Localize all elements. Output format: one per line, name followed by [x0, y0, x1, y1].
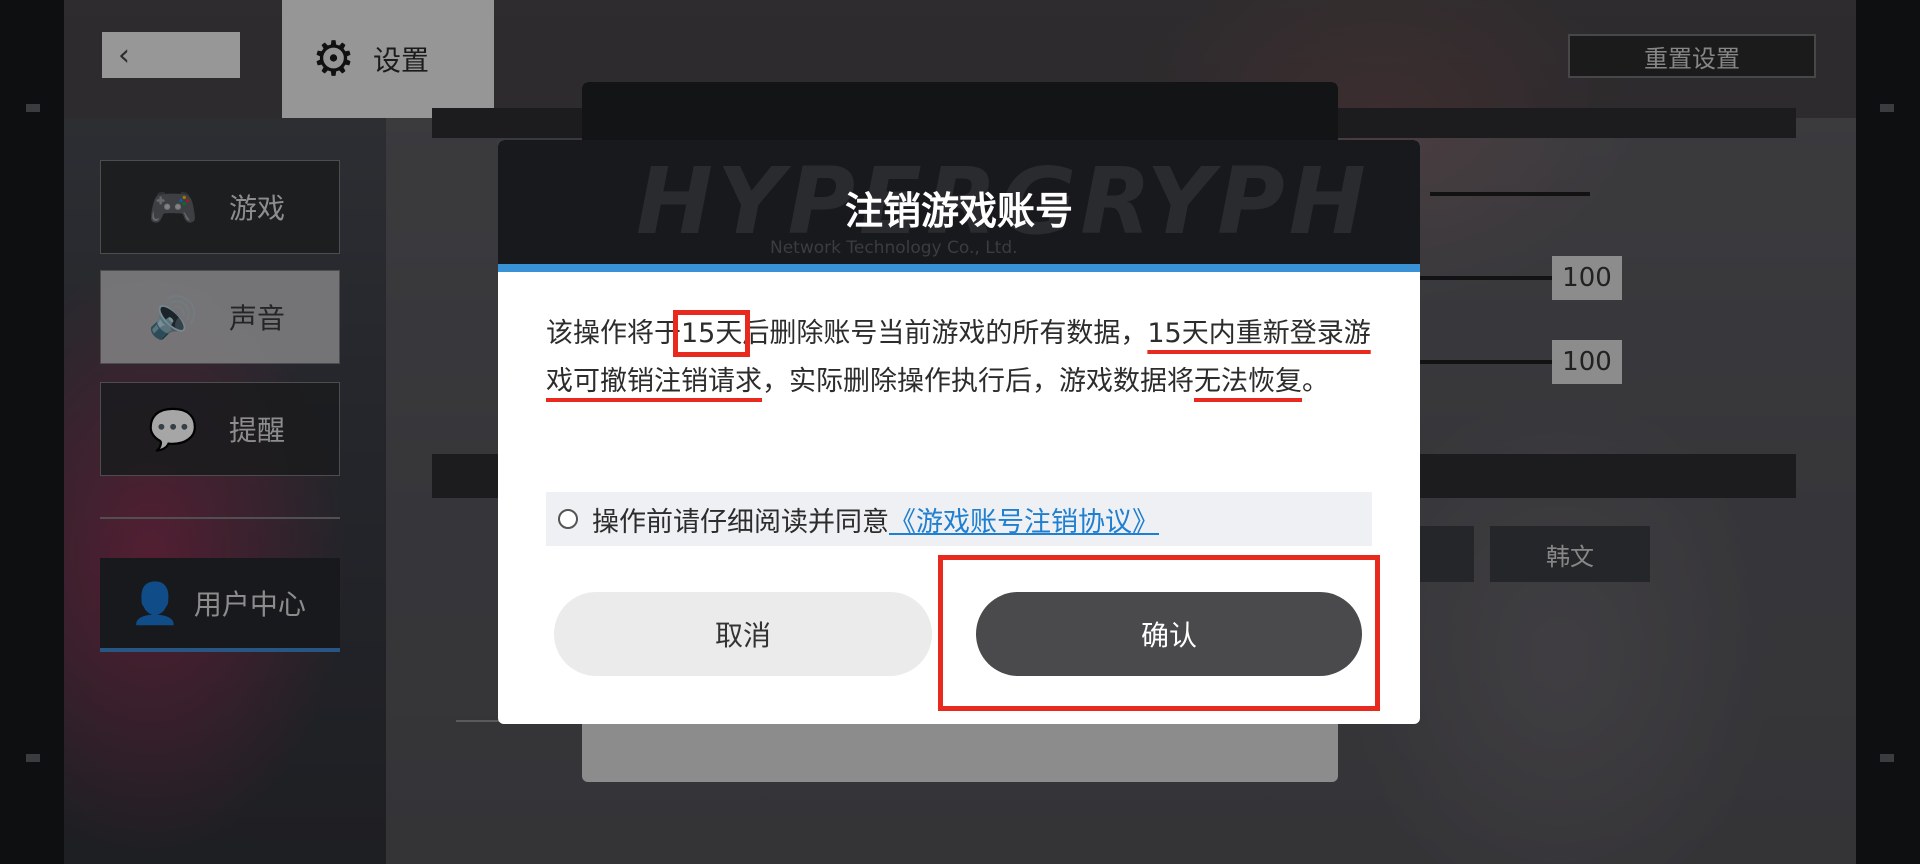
cancel-button[interactable]: 取消	[554, 592, 932, 676]
agreement-link[interactable]: 《游戏账号注销协议》	[889, 500, 1159, 539]
message-underlined-text: 无法恢复	[1194, 366, 1302, 397]
message-text: 。	[1302, 366, 1329, 397]
message-text: ，实际删除操作执行后，游戏数据将	[762, 366, 1194, 397]
agreement-text: 操作前请仔细阅读并同意	[592, 506, 889, 538]
agree-radio[interactable]	[558, 509, 578, 529]
message-text: 后删除账号当前游戏的所有数据，	[742, 318, 1148, 349]
dialog-header: HYPERGRYPH Network Technology Co., Ltd. …	[498, 140, 1420, 272]
message-text: 该操作将于	[546, 318, 681, 349]
confirm-annotation-box	[938, 555, 1380, 711]
message-days-highlight: 15天	[672, 310, 751, 357]
watermark-subtitle: Network Technology Co., Ltd.	[770, 238, 1018, 258]
agreement-row[interactable]: 操作前请仔细阅读并同意 《游戏账号注销协议》	[546, 492, 1372, 546]
dialog-title: 注销游戏账号	[844, 189, 1073, 233]
dialog-message: 该操作将于15天后删除账号当前游戏的所有数据，15天内重新登录游戏可撤销注销请求…	[546, 310, 1376, 406]
